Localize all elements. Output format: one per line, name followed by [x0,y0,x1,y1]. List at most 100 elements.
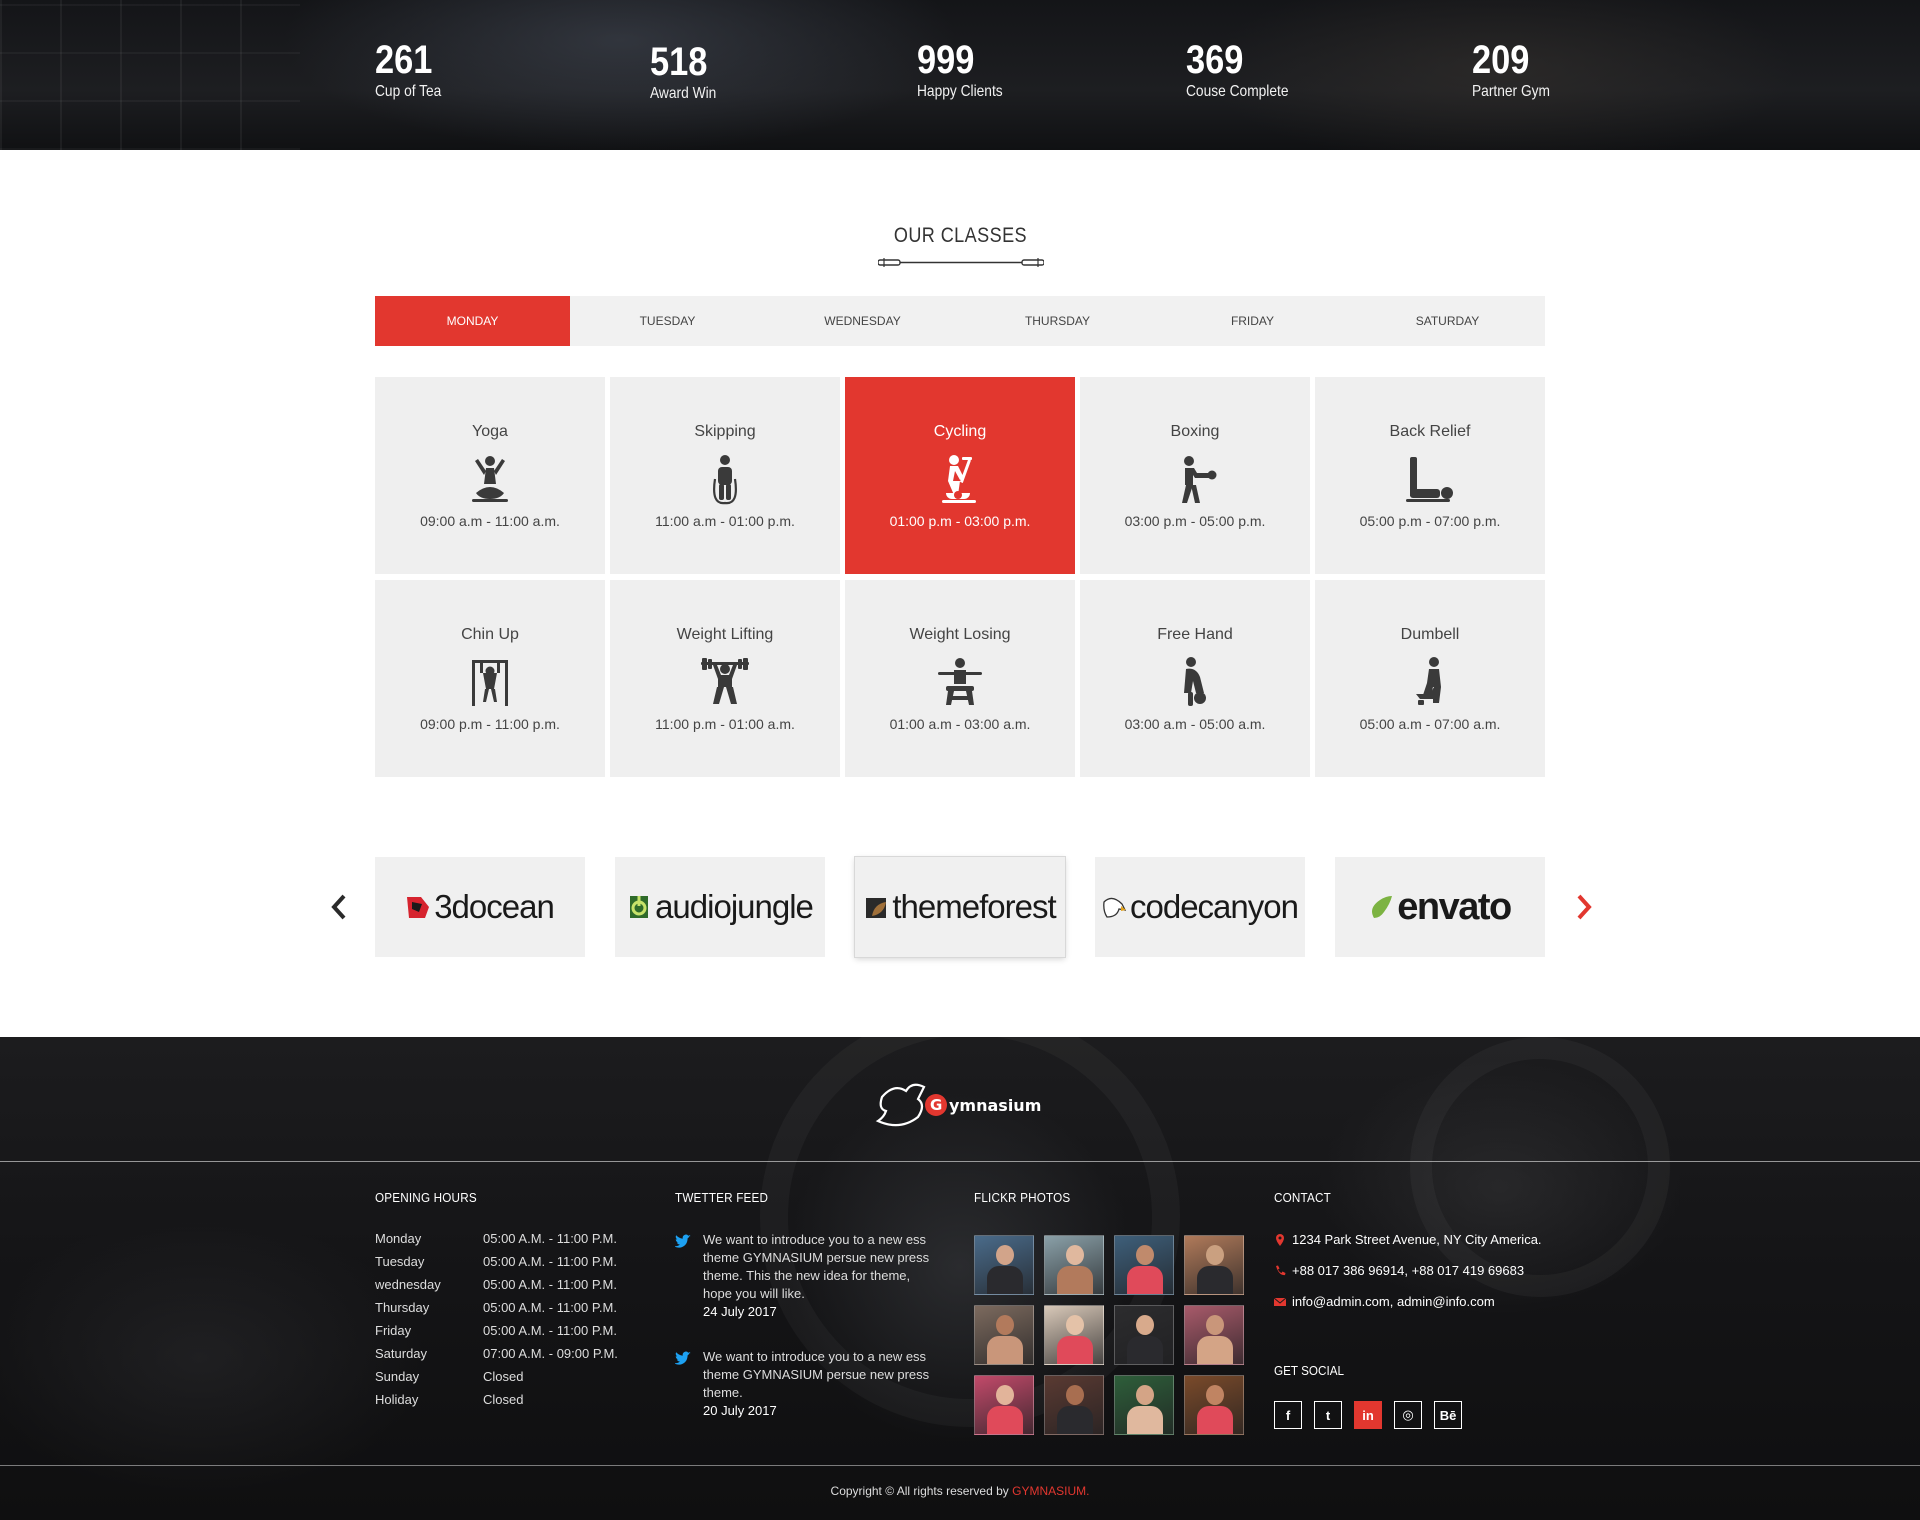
class-card-dumbell[interactable]: Dumbell 05:00 a.m - 07:00 a.m. [1315,580,1545,777]
hours-row: wednesday 05:00 A.M. - 11:00 P.M. [375,1277,617,1292]
partner-logo-codecanyon[interactable]: codecanyon [1095,857,1305,957]
twitter-feed-title: TWETTER FEED [675,1190,769,1205]
facebook-icon[interactable]: f [1274,1401,1302,1429]
class-time: 03:00 a.m - 05:00 a.m. [1124,716,1266,732]
flickr-photos-title: FLICKR PHOTOS [974,1190,1071,1205]
hours-row: Tuesday 05:00 A.M. - 11:00 P.M. [375,1254,617,1269]
class-time: 01:00 p.m - 03:00 p.m. [889,513,1031,529]
class-time: 09:00 p.m - 11:00 p.m. [420,716,560,732]
class-card-weight-losing[interactable]: Weight Losing 01:00 a.m - 03:00 a.m. [845,580,1075,777]
photo-person-torso [1057,1406,1093,1434]
chevron-left-icon[interactable] [325,892,353,922]
audiojungle-logo-icon [630,896,649,918]
footer-divider [0,1161,1920,1162]
class-time: 09:00 a.m - 11:00 a.m. [420,513,560,529]
partner-name: audiojungle [655,888,814,925]
tab-tuesday[interactable]: TUESDAY [570,296,765,346]
partner-logo-3docean[interactable]: 3docean [375,857,585,957]
get-social-title: GET SOCIAL [1274,1363,1345,1378]
chevron-right-icon[interactable] [1570,892,1598,922]
partner-logo-themeforest[interactable]: themeforest [855,857,1065,957]
phone-icon [1276,1265,1286,1276]
flickr-photo[interactable] [1114,1305,1174,1365]
tab-wednesday[interactable]: WEDNESDAY [765,296,960,346]
flickr-photo[interactable] [1184,1305,1244,1365]
photo-person-head [1206,1385,1224,1405]
class-grid: Yoga 09:00 a.m - 11:00 a.m. Skipping 11:… [375,377,1545,777]
counter-cup-of-tea: 261 Cup of Tea [375,38,535,102]
copyright-brand-link[interactable]: GYMNASIUM. [1012,1484,1089,1498]
weight-lifting-icon [701,658,749,704]
photo-person-torso [987,1266,1023,1294]
class-name: Dumbell [1400,626,1460,643]
counter-course-complete: 369 Couse Complete [1186,38,1346,102]
partner-logo-envato[interactable]: envato [1335,857,1545,957]
contact-address: 1234 Park Street Avenue, NY City America… [1274,1231,1564,1249]
footer: G ymnasium OPENING HOURS Monday 05:00 A.M… [0,1037,1920,1520]
tab-friday[interactable]: FRIDAY [1155,296,1350,346]
twitter-icon[interactable]: t [1314,1401,1342,1429]
section-title: OUR CLASSES [893,224,1027,247]
hours-row: Sunday Closed [375,1369,524,1384]
weight-losing-icon [938,658,982,705]
partner-name: themeforest [892,888,1056,925]
photo-person-torso [987,1406,1023,1434]
class-name: Cycling [933,423,987,440]
tab-monday[interactable]: MONDAY [375,296,570,346]
tweet-item[interactable]: We want to introduce you to a new ess th… [675,1348,935,1420]
flickr-photo[interactable] [1044,1375,1104,1435]
photo-person-head [996,1315,1014,1335]
flickr-photo[interactable] [974,1305,1034,1365]
photo-person-head [1066,1245,1084,1265]
photo-person-head [1066,1385,1084,1405]
photo-person-torso [987,1336,1023,1364]
photo-person-torso [1197,1406,1233,1434]
opening-hours-title: OPENING HOURS [375,1190,477,1205]
partner-logo-audiojungle[interactable]: audiojungle [615,857,825,957]
class-name: Chin Up [461,626,519,643]
flickr-photo[interactable] [1044,1235,1104,1295]
contact-email[interactable]: info@admin.com, admin@info.com [1274,1293,1564,1311]
class-card-back-relief[interactable]: Back Relief 05:00 p.m - 07:00 p.m. [1315,377,1545,574]
back-relief-icon [1406,457,1453,502]
envelope-icon [1274,1297,1286,1306]
flickr-photo[interactable] [974,1235,1034,1295]
flickr-photo[interactable] [1184,1235,1244,1295]
flickr-photo[interactable] [1044,1305,1104,1365]
class-card-chin-up[interactable]: Chin Up 09:00 p.m - 11:00 p.m. [375,580,605,777]
tab-thursday[interactable]: THURSDAY [960,296,1155,346]
photo-person-head [1136,1315,1154,1335]
photo-person-head [1206,1315,1224,1335]
class-card-cycling[interactable]: Cycling 01:00 p.m - 03:00 p.m. [845,377,1075,574]
contact-info: 1234 Park Street Avenue, NY City America… [1274,1231,1564,1324]
class-card-yoga[interactable]: Yoga 09:00 a.m - 11:00 a.m. [375,377,605,574]
svg-text:G: G [930,1096,942,1114]
tab-saturday[interactable]: SATURDAY [1350,296,1545,346]
class-name: Skipping [694,423,756,440]
counter-number: 518 [650,40,708,84]
class-name: Free Hand [1157,626,1233,643]
twitter-bird-icon [675,1351,691,1365]
instagram-icon[interactable]: ◎ [1394,1401,1422,1429]
photo-person-head [1066,1315,1084,1335]
behance-icon[interactable]: Bē [1434,1401,1462,1429]
class-card-boxing[interactable]: Boxing 03:00 p.m - 05:00 p.m. [1080,377,1310,574]
partner-name: 3docean [434,888,555,925]
codecanyon-logo-icon [1103,897,1126,918]
class-card-free-hand[interactable]: Free Hand 03:00 a.m - 05:00 a.m. [1080,580,1310,777]
counter-label: Happy Clients [917,83,1003,100]
tweet-date: 20 July 2017 [703,1403,777,1418]
tweet-date: 24 July 2017 [703,1304,777,1319]
flickr-photo[interactable] [1114,1375,1174,1435]
flickr-photo[interactable] [1184,1375,1244,1435]
footer-bottom-divider [0,1465,1920,1466]
tweet-item[interactable]: We want to introduce you to a new ess th… [675,1231,935,1321]
class-card-weight-lifting[interactable]: Weight Lifting 11:00 p.m - 01:00 a.m. [610,580,840,777]
flickr-photo[interactable] [1114,1235,1174,1295]
class-name: Weight Losing [909,626,1011,643]
cycling-icon [942,455,976,503]
flickr-photo[interactable] [974,1375,1034,1435]
linkedin-icon[interactable]: in [1354,1401,1382,1429]
copyright: Copyright © All rights reserved by GYMNA… [0,1484,1920,1498]
class-card-skipping[interactable]: Skipping 11:00 a.m - 01:00 p.m. [610,377,840,574]
